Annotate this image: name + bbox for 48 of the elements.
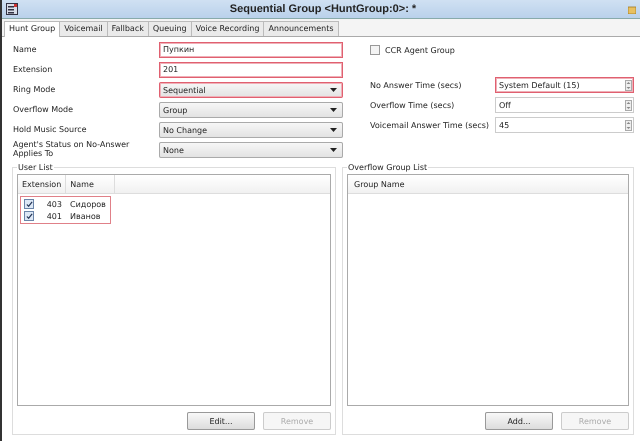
checkbox[interactable]	[370, 45, 380, 55]
dropdown[interactable]: Group	[159, 102, 343, 118]
folder-icon[interactable]	[628, 4, 636, 14]
dialog-button[interactable]: Edit...	[187, 412, 255, 430]
spin-field[interactable]: Off	[495, 97, 634, 113]
group-title: Overflow Group List	[347, 163, 428, 172]
checkbox[interactable]	[24, 199, 34, 209]
table-cell-text: 403	[46, 200, 62, 208]
dropdown[interactable]: Sequential	[159, 82, 343, 98]
spin-field[interactable]: 45	[495, 117, 634, 133]
spinner-arrows-icon[interactable]	[625, 100, 632, 110]
group-title: User List	[17, 163, 54, 172]
table-cell-text: 401	[46, 212, 62, 220]
app-icon	[6, 3, 18, 15]
column-header[interactable]: Extension	[18, 175, 66, 193]
tab[interactable]: Fallback	[106, 21, 149, 36]
caret-icon	[330, 88, 337, 92]
tab[interactable]: Voicemail	[59, 21, 108, 36]
dropdown[interactable]: None	[159, 142, 343, 158]
field-label: Ring Mode	[13, 86, 56, 94]
caret-icon	[330, 148, 337, 152]
field-label: Name	[13, 46, 38, 54]
tab[interactable]: Hunt Group	[4, 21, 60, 37]
window-title: Sequential Group <HuntGroup:0>: *	[228, 3, 418, 15]
column-header[interactable]: Name	[66, 175, 116, 193]
dialog-button[interactable]: Add...	[485, 412, 553, 430]
dropdown[interactable]: No Change	[159, 122, 343, 138]
spinner-arrows-icon[interactable]	[625, 80, 632, 90]
caret-icon	[330, 128, 337, 132]
field-label: Agent's Status on No-Answer Applies To	[13, 141, 130, 159]
field-label: Overflow Time (secs)	[370, 100, 456, 110]
field-label: Hold Music Source	[13, 126, 88, 134]
tab[interactable]: Voice Recording	[190, 21, 264, 36]
tab[interactable]: Announcements	[263, 21, 339, 36]
table-cell: Иванов	[70, 212, 100, 220]
spinner-arrows-icon[interactable]	[625, 120, 632, 130]
caret-icon	[330, 108, 337, 112]
checkbox-label: CCR Agent Group	[385, 46, 455, 54]
field-label: Voicemail Answer Time (secs)	[370, 120, 490, 130]
field-label: No Answer Time (secs)	[370, 80, 462, 90]
checkbox[interactable]	[24, 211, 34, 221]
field-label: Extension	[13, 66, 54, 74]
table-cell: Сидоров	[70, 200, 106, 208]
text-field[interactable]: Пупкин	[159, 42, 343, 58]
field-label: Overflow Mode	[13, 106, 74, 114]
spin-field[interactable]: System Default (15)	[495, 77, 634, 93]
tab[interactable]: Queuing	[148, 21, 192, 36]
text-field[interactable]: 201	[159, 62, 343, 78]
